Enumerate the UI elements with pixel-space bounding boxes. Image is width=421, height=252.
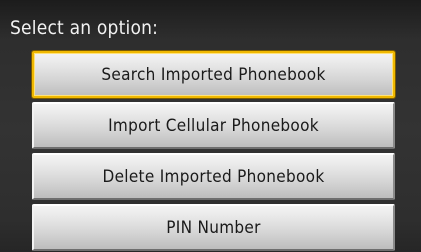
delete-imported-phonebook-button[interactable]: Delete Imported Phonebook	[32, 153, 395, 200]
menu-title: Select an option:	[10, 17, 159, 39]
search-imported-phonebook-button[interactable]: Search Imported Phonebook	[32, 51, 395, 98]
import-cellular-phonebook-button[interactable]: Import Cellular Phonebook	[32, 102, 395, 149]
phonebook-menu-screen: Select an option: Search Imported Phoneb…	[0, 0, 421, 252]
pin-number-button[interactable]: PIN Number	[32, 204, 395, 251]
options-list: Search Imported Phonebook Import Cellula…	[32, 51, 395, 251]
